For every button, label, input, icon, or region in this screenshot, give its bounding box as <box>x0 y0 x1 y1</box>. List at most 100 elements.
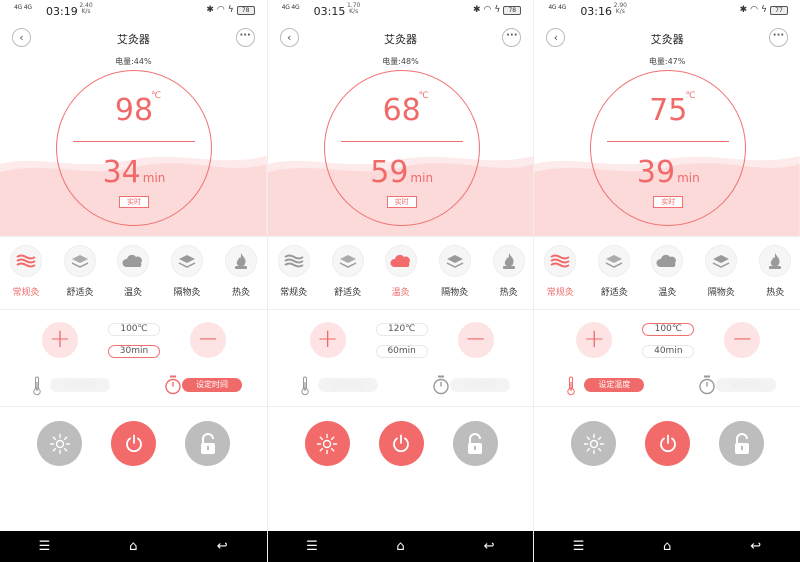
hot-moxa-icon <box>492 245 525 277</box>
mode-label: 热灸 <box>766 288 785 298</box>
menu-icon[interactable]: ☰ <box>34 539 54 554</box>
set-time-button[interactable]: 设定时间 <box>449 378 510 392</box>
increase-button[interactable]: + <box>309 322 346 358</box>
light-button[interactable] <box>37 421 82 466</box>
mode-hot-moxa[interactable]: 热灸 <box>217 245 265 298</box>
home-icon[interactable]: ⌂ <box>123 539 143 554</box>
battery-indicator: 78 <box>236 5 255 15</box>
bluetooth-icon: ✱ <box>739 5 748 15</box>
network-speed: 2.90 K/s <box>613 2 627 15</box>
home-icon[interactable]: ⌂ <box>390 539 410 554</box>
home-icon[interactable]: ⌂ <box>657 539 677 554</box>
set-temperature-button[interactable]: 设定温度 <box>50 378 110 392</box>
status-time: 03:15 <box>313 5 346 18</box>
thermometer-icon <box>33 376 41 396</box>
set-temperature-button[interactable]: 设定温度 <box>317 378 378 392</box>
mode-warm-moxa[interactable]: 温灸 <box>377 245 425 298</box>
mode-partition-moxa[interactable]: 隔物灸 <box>697 245 745 298</box>
mode-label: 隔物灸 <box>173 288 201 298</box>
back-nav-icon[interactable]: ↩ <box>479 539 499 554</box>
lock-button[interactable] <box>185 421 230 466</box>
mode-label: 舒适灸 <box>600 288 628 298</box>
section-divider <box>0 406 267 407</box>
mode-partition-moxa[interactable]: 隔物灸 <box>163 245 211 298</box>
lock-icon <box>468 432 483 454</box>
mode-comfort-moxa[interactable]: 舒适灸 <box>324 245 372 298</box>
mode-comfort-moxa[interactable]: 舒适灸 <box>56 245 104 298</box>
dial-divider <box>340 141 463 142</box>
hot-moxa-icon <box>225 245 257 277</box>
mode-label: 舒适灸 <box>334 288 362 298</box>
mode-warm-moxa[interactable]: 温灸 <box>643 245 691 298</box>
mode-label: 常规灸 <box>280 288 308 298</box>
mode-label: 常规灸 <box>12 288 40 298</box>
thermometer-icon <box>567 376 576 396</box>
signal-indicator: 4G 4G <box>14 4 32 11</box>
light-button[interactable] <box>304 421 350 466</box>
mode-label: 温灸 <box>658 288 677 298</box>
readout-dial: 75 ℃ 39 min 实时 <box>590 70 747 226</box>
remaining-time: 59 min <box>325 155 479 190</box>
network-speed: 2.40 K/s <box>79 2 93 15</box>
mode-selector: 常规灸 舒适灸 温灸 隔物灸 热灸 <box>534 236 800 310</box>
section-divider <box>267 406 534 407</box>
battery-indicator: 78 <box>503 5 522 15</box>
lock-button[interactable] <box>452 421 498 466</box>
set-time-value[interactable]: 60min <box>375 345 428 358</box>
power-button[interactable] <box>378 421 424 466</box>
decrease-button[interactable]: − <box>724 322 761 358</box>
mode-regular-moxa[interactable]: 常规灸 <box>536 245 584 298</box>
timer-icon <box>699 375 716 395</box>
dial-divider <box>607 141 730 142</box>
dial-divider <box>73 141 195 142</box>
set-time-value[interactable]: 30min <box>108 345 160 358</box>
light-button[interactable] <box>571 421 617 466</box>
current-temperature: 68 <box>382 93 421 128</box>
set-temperature-button[interactable]: 设定温度 <box>584 378 645 392</box>
mode-hot-moxa[interactable]: 热灸 <box>485 245 533 298</box>
mode-partition-moxa[interactable]: 隔物灸 <box>431 245 479 298</box>
decrease-button[interactable]: − <box>190 322 226 358</box>
decrease-button[interactable]: − <box>457 322 494 358</box>
mode-comfort-moxa[interactable]: 舒适灸 <box>590 245 638 298</box>
mode-hot-moxa[interactable]: 热灸 <box>751 245 799 298</box>
set-temperature-value[interactable]: 120℃ <box>375 323 428 336</box>
system-nav-bar: ☰ ⌂ ↩ <box>267 531 534 562</box>
status-bar: 4G 4G 03:15 1.70 K/s ✱ ◠ ϟ 78 <box>268 0 534 22</box>
menu-icon[interactable]: ☰ <box>569 539 589 554</box>
power-button[interactable] <box>111 421 156 466</box>
bluetooth-icon: ✱ <box>472 5 481 15</box>
back-nav-icon[interactable]: ↩ <box>212 539 232 554</box>
more-options-button[interactable]: ··· <box>768 28 788 47</box>
menu-icon[interactable]: ☰ <box>302 539 322 554</box>
set-temperature-value[interactable]: 100℃ <box>642 323 695 336</box>
regular-moxa-icon <box>10 245 42 277</box>
app-screen-3: 4G 4G 03:16 2.90 K/s ✱ ◠ ϟ 77 ‹ 艾灸器 ··· … <box>533 0 800 562</box>
temperature-unit: ℃ <box>151 91 162 101</box>
bluetooth-icon: ✱ <box>206 5 214 15</box>
partition-moxa-icon <box>171 245 203 277</box>
remaining-time-value: 59 <box>370 155 409 190</box>
more-options-button[interactable]: ··· <box>235 28 255 47</box>
lock-icon <box>734 432 749 454</box>
wifi-icon: ◠ <box>750 5 759 15</box>
remaining-time: 39 min <box>591 155 745 190</box>
warm-moxa-icon <box>384 245 417 277</box>
status-time: 03:16 <box>580 5 613 18</box>
set-time-value[interactable]: 40min <box>642 345 695 358</box>
mode-warm-moxa[interactable]: 温灸 <box>109 245 157 298</box>
back-nav-icon[interactable]: ↩ <box>746 539 766 554</box>
mode-regular-moxa[interactable]: 常规灸 <box>2 245 50 298</box>
increase-button[interactable]: + <box>576 322 613 358</box>
set-temperature-value[interactable]: 100℃ <box>108 323 160 336</box>
timer-icon <box>165 375 181 395</box>
set-time-button[interactable]: 设定时间 <box>716 378 777 392</box>
charging-icon: ϟ <box>761 5 767 15</box>
status-time: 03:19 <box>46 5 78 18</box>
set-time-button[interactable]: 设定时间 <box>182 378 242 392</box>
lock-button[interactable] <box>719 421 765 466</box>
light-icon <box>316 433 338 454</box>
increase-button[interactable]: + <box>42 322 78 358</box>
power-button[interactable] <box>645 421 691 466</box>
mode-regular-moxa[interactable]: 常规灸 <box>270 245 318 298</box>
